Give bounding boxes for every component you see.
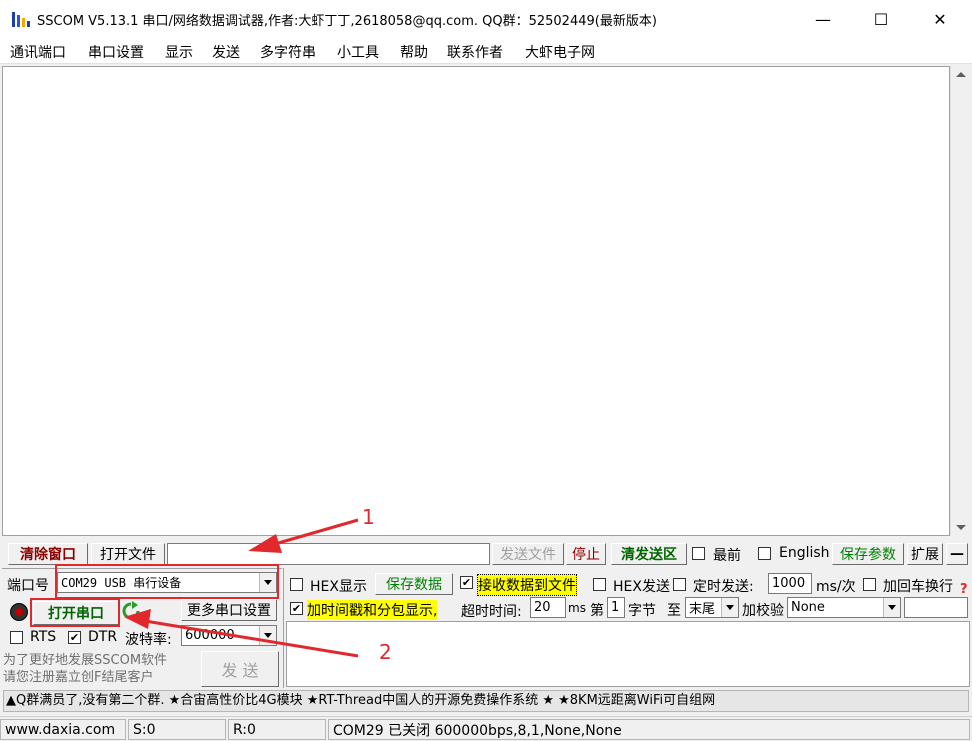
status-port-info: COM29 已关闭 600000bps,8,1,None,None bbox=[328, 719, 970, 740]
send-button[interactable]: 发 送 bbox=[201, 651, 279, 687]
rts-label: RTS bbox=[30, 629, 57, 645]
collapse-button[interactable]: — bbox=[946, 543, 968, 565]
checksum-select[interactable]: None bbox=[787, 597, 901, 618]
timeout-input[interactable]: 20 bbox=[530, 597, 566, 618]
send-file-button[interactable]: 发送文件 bbox=[492, 543, 564, 565]
topmost-checkbox[interactable] bbox=[692, 547, 705, 560]
annotation-box-open-button bbox=[30, 598, 120, 627]
annotation-label-2: 2 bbox=[379, 640, 392, 664]
menu-bar: 通讯端口 串口设置 显示 发送 多字符串 小工具 帮助 联系作者 大虾电子网 bbox=[0, 38, 972, 64]
chevron-down-icon[interactable] bbox=[883, 598, 900, 617]
hex-send-label: HEX发送 bbox=[613, 579, 670, 595]
menu-port-settings[interactable]: 串口设置 bbox=[88, 42, 144, 62]
baud-label: 波特率: bbox=[125, 632, 172, 648]
byte-prefix-label: 第 bbox=[590, 603, 604, 619]
save-params-button[interactable]: 保存参数 bbox=[832, 543, 904, 565]
menu-daxia-website[interactable]: 大虾电子网 bbox=[525, 42, 595, 62]
title-bar: SSCOM V5.13.1 串口/网络数据调试器,作者:大虾丁丁,2618058… bbox=[0, 0, 972, 38]
menu-display[interactable]: 显示 bbox=[165, 42, 193, 62]
clear-send-button[interactable]: 清发送区 bbox=[611, 543, 687, 565]
checksum-select-value: None bbox=[791, 600, 825, 615]
byte-index-input[interactable]: 1 bbox=[607, 597, 625, 618]
more-port-settings-button[interactable]: 更多串口设置 bbox=[181, 599, 277, 621]
scroll-up-icon[interactable] bbox=[956, 72, 966, 77]
ticker-bar[interactable]: ▲Q群满员了,没有第二个群. ★合宙高性价比4G模块 ★RT-Thread中国人… bbox=[3, 690, 969, 712]
expand-button[interactable]: 扩展 bbox=[907, 543, 943, 565]
baud-select-value: 600000 bbox=[185, 628, 235, 643]
recv-to-file-checkbox[interactable]: ✔ bbox=[460, 576, 473, 589]
dtr-checkbox[interactable]: ✔ bbox=[68, 631, 81, 644]
english-checkbox[interactable] bbox=[758, 547, 771, 560]
save-data-button[interactable]: 保存数据 bbox=[375, 573, 453, 595]
hex-display-checkbox[interactable] bbox=[290, 578, 303, 591]
menu-tools[interactable]: 小工具 bbox=[337, 42, 379, 62]
end-select[interactable]: 末尾 bbox=[685, 597, 739, 618]
stop-label: 停止 bbox=[572, 547, 600, 563]
byte-label: 字节 bbox=[628, 603, 656, 619]
receive-text-area[interactable] bbox=[2, 66, 950, 536]
baud-select[interactable]: 600000 bbox=[181, 625, 277, 646]
recv-to-file-label: 接收数据到文件 bbox=[477, 574, 577, 596]
port-label: 端口号 bbox=[7, 578, 49, 594]
help-mark-icon[interactable]: ? bbox=[960, 582, 968, 597]
status-received-count: R:0 bbox=[228, 719, 326, 740]
timeout-label: 超时时间: bbox=[461, 604, 522, 620]
menu-send[interactable]: 发送 bbox=[212, 42, 240, 62]
english-label: English bbox=[779, 545, 830, 561]
add-crlf-checkbox[interactable] bbox=[863, 578, 876, 591]
timed-send-label: 定时发送: bbox=[693, 579, 754, 595]
timestamp-checkbox[interactable]: ✔ bbox=[290, 602, 303, 615]
maximize-button[interactable]: ☐ bbox=[852, 0, 910, 38]
window-title: SSCOM V5.13.1 串口/网络数据调试器,作者:大虾丁丁,2618058… bbox=[37, 14, 657, 29]
rts-checkbox[interactable] bbox=[10, 631, 23, 644]
interval-unit-label: ms/次 bbox=[816, 579, 856, 595]
menu-help[interactable]: 帮助 bbox=[400, 42, 428, 62]
checksum-label: 加校验 bbox=[742, 603, 784, 619]
file-path-input[interactable] bbox=[167, 543, 490, 565]
status-sent-count: S:0 bbox=[128, 719, 226, 740]
refresh-icon[interactable] bbox=[121, 601, 141, 621]
timestamp-label: 加时间戳和分包显示, bbox=[307, 600, 438, 620]
save-params-label: 保存参数 bbox=[840, 547, 896, 563]
port-status-light-icon bbox=[10, 603, 28, 621]
promo-text: 为了更好地发展SSCOM软件 请您注册嘉立创F结尾客户 bbox=[3, 653, 168, 685]
end-select-value: 末尾 bbox=[689, 602, 716, 617]
status-bar: www.daxia.com S:0 R:0 COM29 已关闭 600000bp… bbox=[0, 716, 972, 741]
menu-comm-port[interactable]: 通讯端口 bbox=[10, 42, 66, 62]
to-label: 至 bbox=[667, 603, 681, 619]
dtr-label: DTR bbox=[88, 629, 118, 645]
checksum-extra-input[interactable] bbox=[904, 597, 968, 618]
menu-multi-string[interactable]: 多字符串 bbox=[260, 42, 316, 62]
annotation-label-1: 1 bbox=[362, 505, 375, 529]
topmost-label: 最前 bbox=[713, 548, 741, 564]
interval-input[interactable]: 1000 bbox=[768, 573, 812, 594]
minimize-button[interactable]: — bbox=[794, 0, 852, 38]
clear-window-button[interactable]: 清除窗口 bbox=[8, 543, 88, 565]
menu-contact-author[interactable]: 联系作者 bbox=[447, 42, 503, 62]
timed-send-checkbox[interactable] bbox=[673, 578, 686, 591]
chevron-down-icon[interactable] bbox=[721, 598, 738, 617]
timeout-unit-label: ms bbox=[568, 601, 586, 615]
receive-scrollbar[interactable] bbox=[950, 66, 970, 536]
hex-send-checkbox[interactable] bbox=[593, 578, 606, 591]
clear-window-label: 清除窗口 bbox=[20, 547, 76, 563]
scroll-down-icon[interactable] bbox=[956, 525, 966, 530]
chevron-down-icon[interactable] bbox=[259, 626, 276, 645]
save-data-label: 保存数据 bbox=[386, 577, 442, 593]
hex-display-label: HEX显示 bbox=[310, 579, 367, 595]
clear-send-label: 清发送区 bbox=[621, 547, 677, 563]
close-button[interactable]: ✕ bbox=[911, 0, 969, 38]
open-file-button[interactable]: 打开文件 bbox=[91, 543, 165, 565]
panel-divider-vertical bbox=[283, 568, 284, 688]
stop-button[interactable]: 停止 bbox=[566, 543, 606, 565]
status-website[interactable]: www.daxia.com bbox=[0, 719, 126, 740]
annotation-box-port bbox=[55, 564, 279, 599]
sscom-logo-icon bbox=[12, 12, 30, 27]
add-crlf-label: 加回车换行 bbox=[883, 579, 953, 595]
